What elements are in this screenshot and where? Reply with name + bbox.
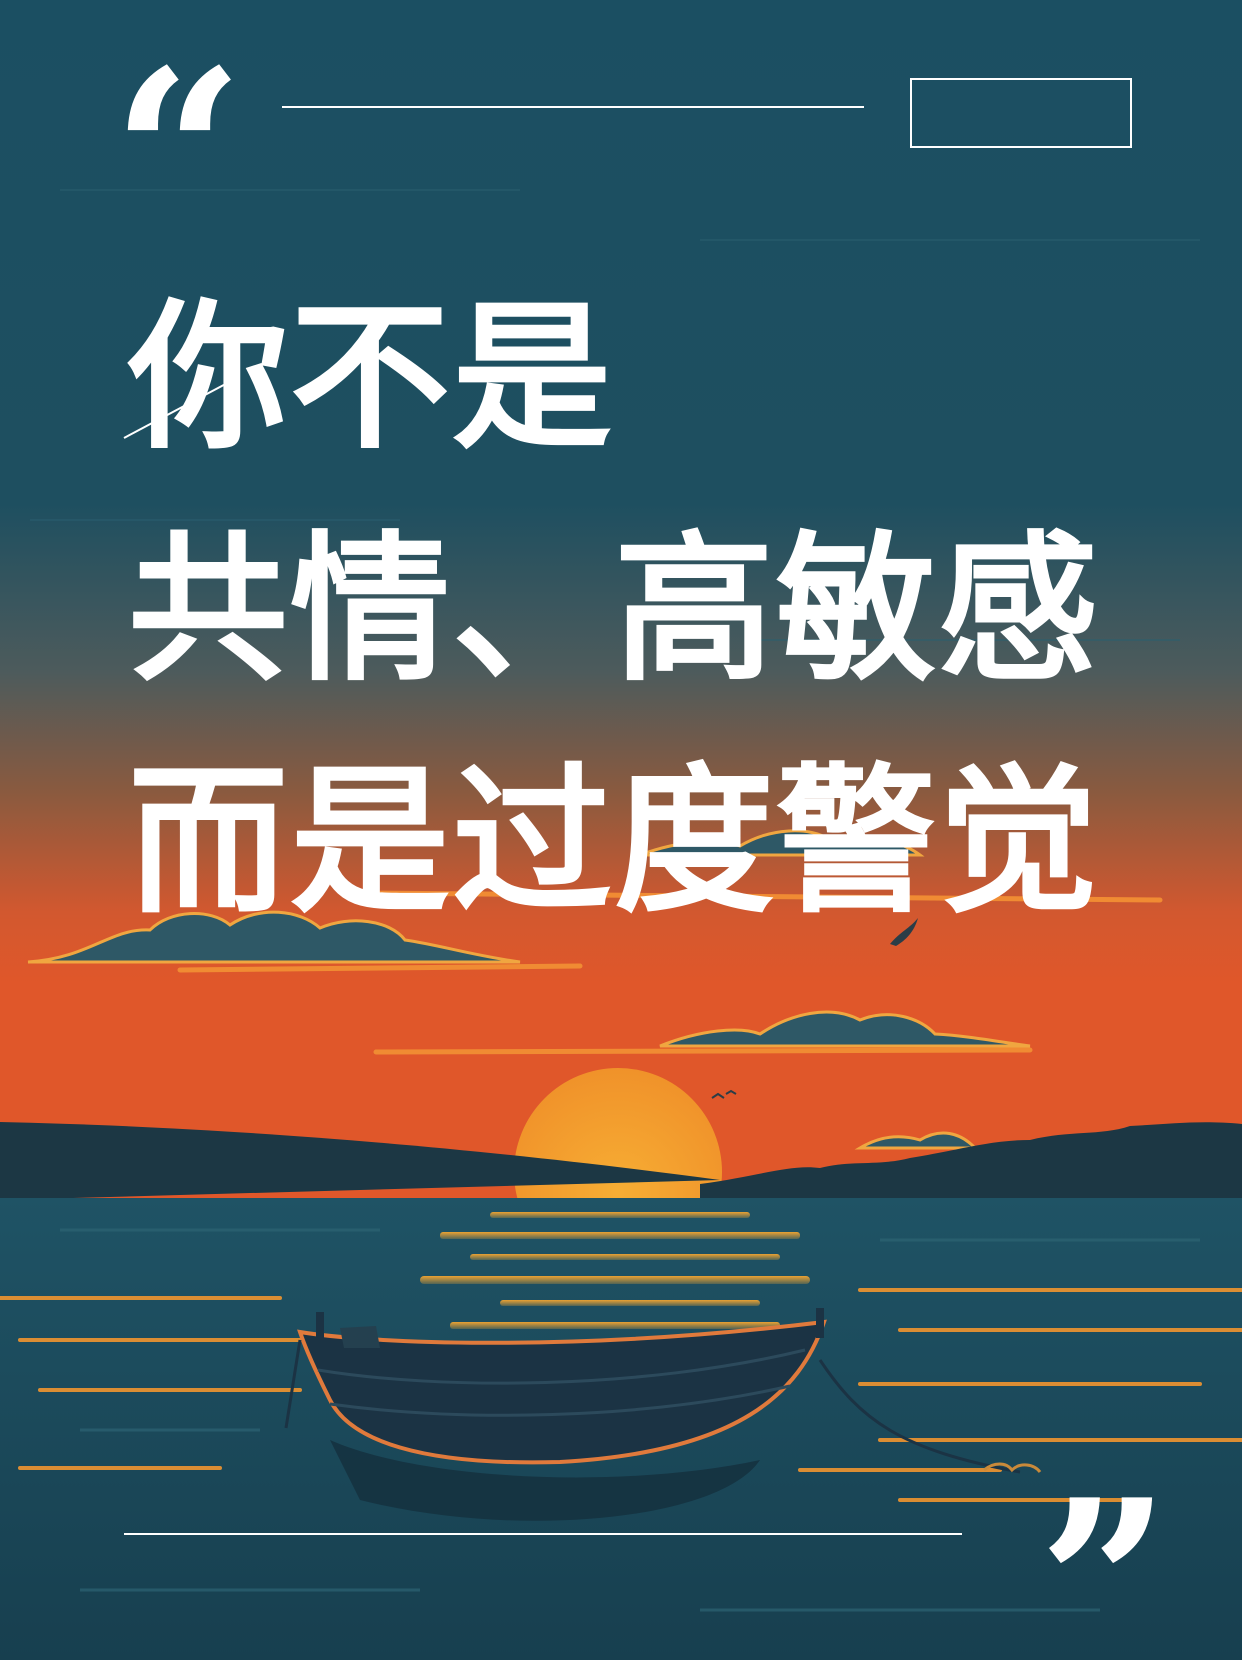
outline-box [910,78,1132,148]
poster: “ 你不是 共情、高敏感 而是过度警觉 ” [0,0,1242,1660]
top-divider-line [282,106,864,108]
headline-line-2: 共情、高敏感 [128,516,1101,703]
headline: 你不是 共情、高敏感 而是过度警觉 [128,262,1100,958]
open-quote-icon: “ [112,20,245,290]
headline-line-1: 你不是 [128,284,615,471]
headline-line-3: 而是过度警觉 [128,748,1101,935]
close-quote-icon: ” [1038,1450,1171,1660]
bottom-divider-line [124,1533,962,1535]
